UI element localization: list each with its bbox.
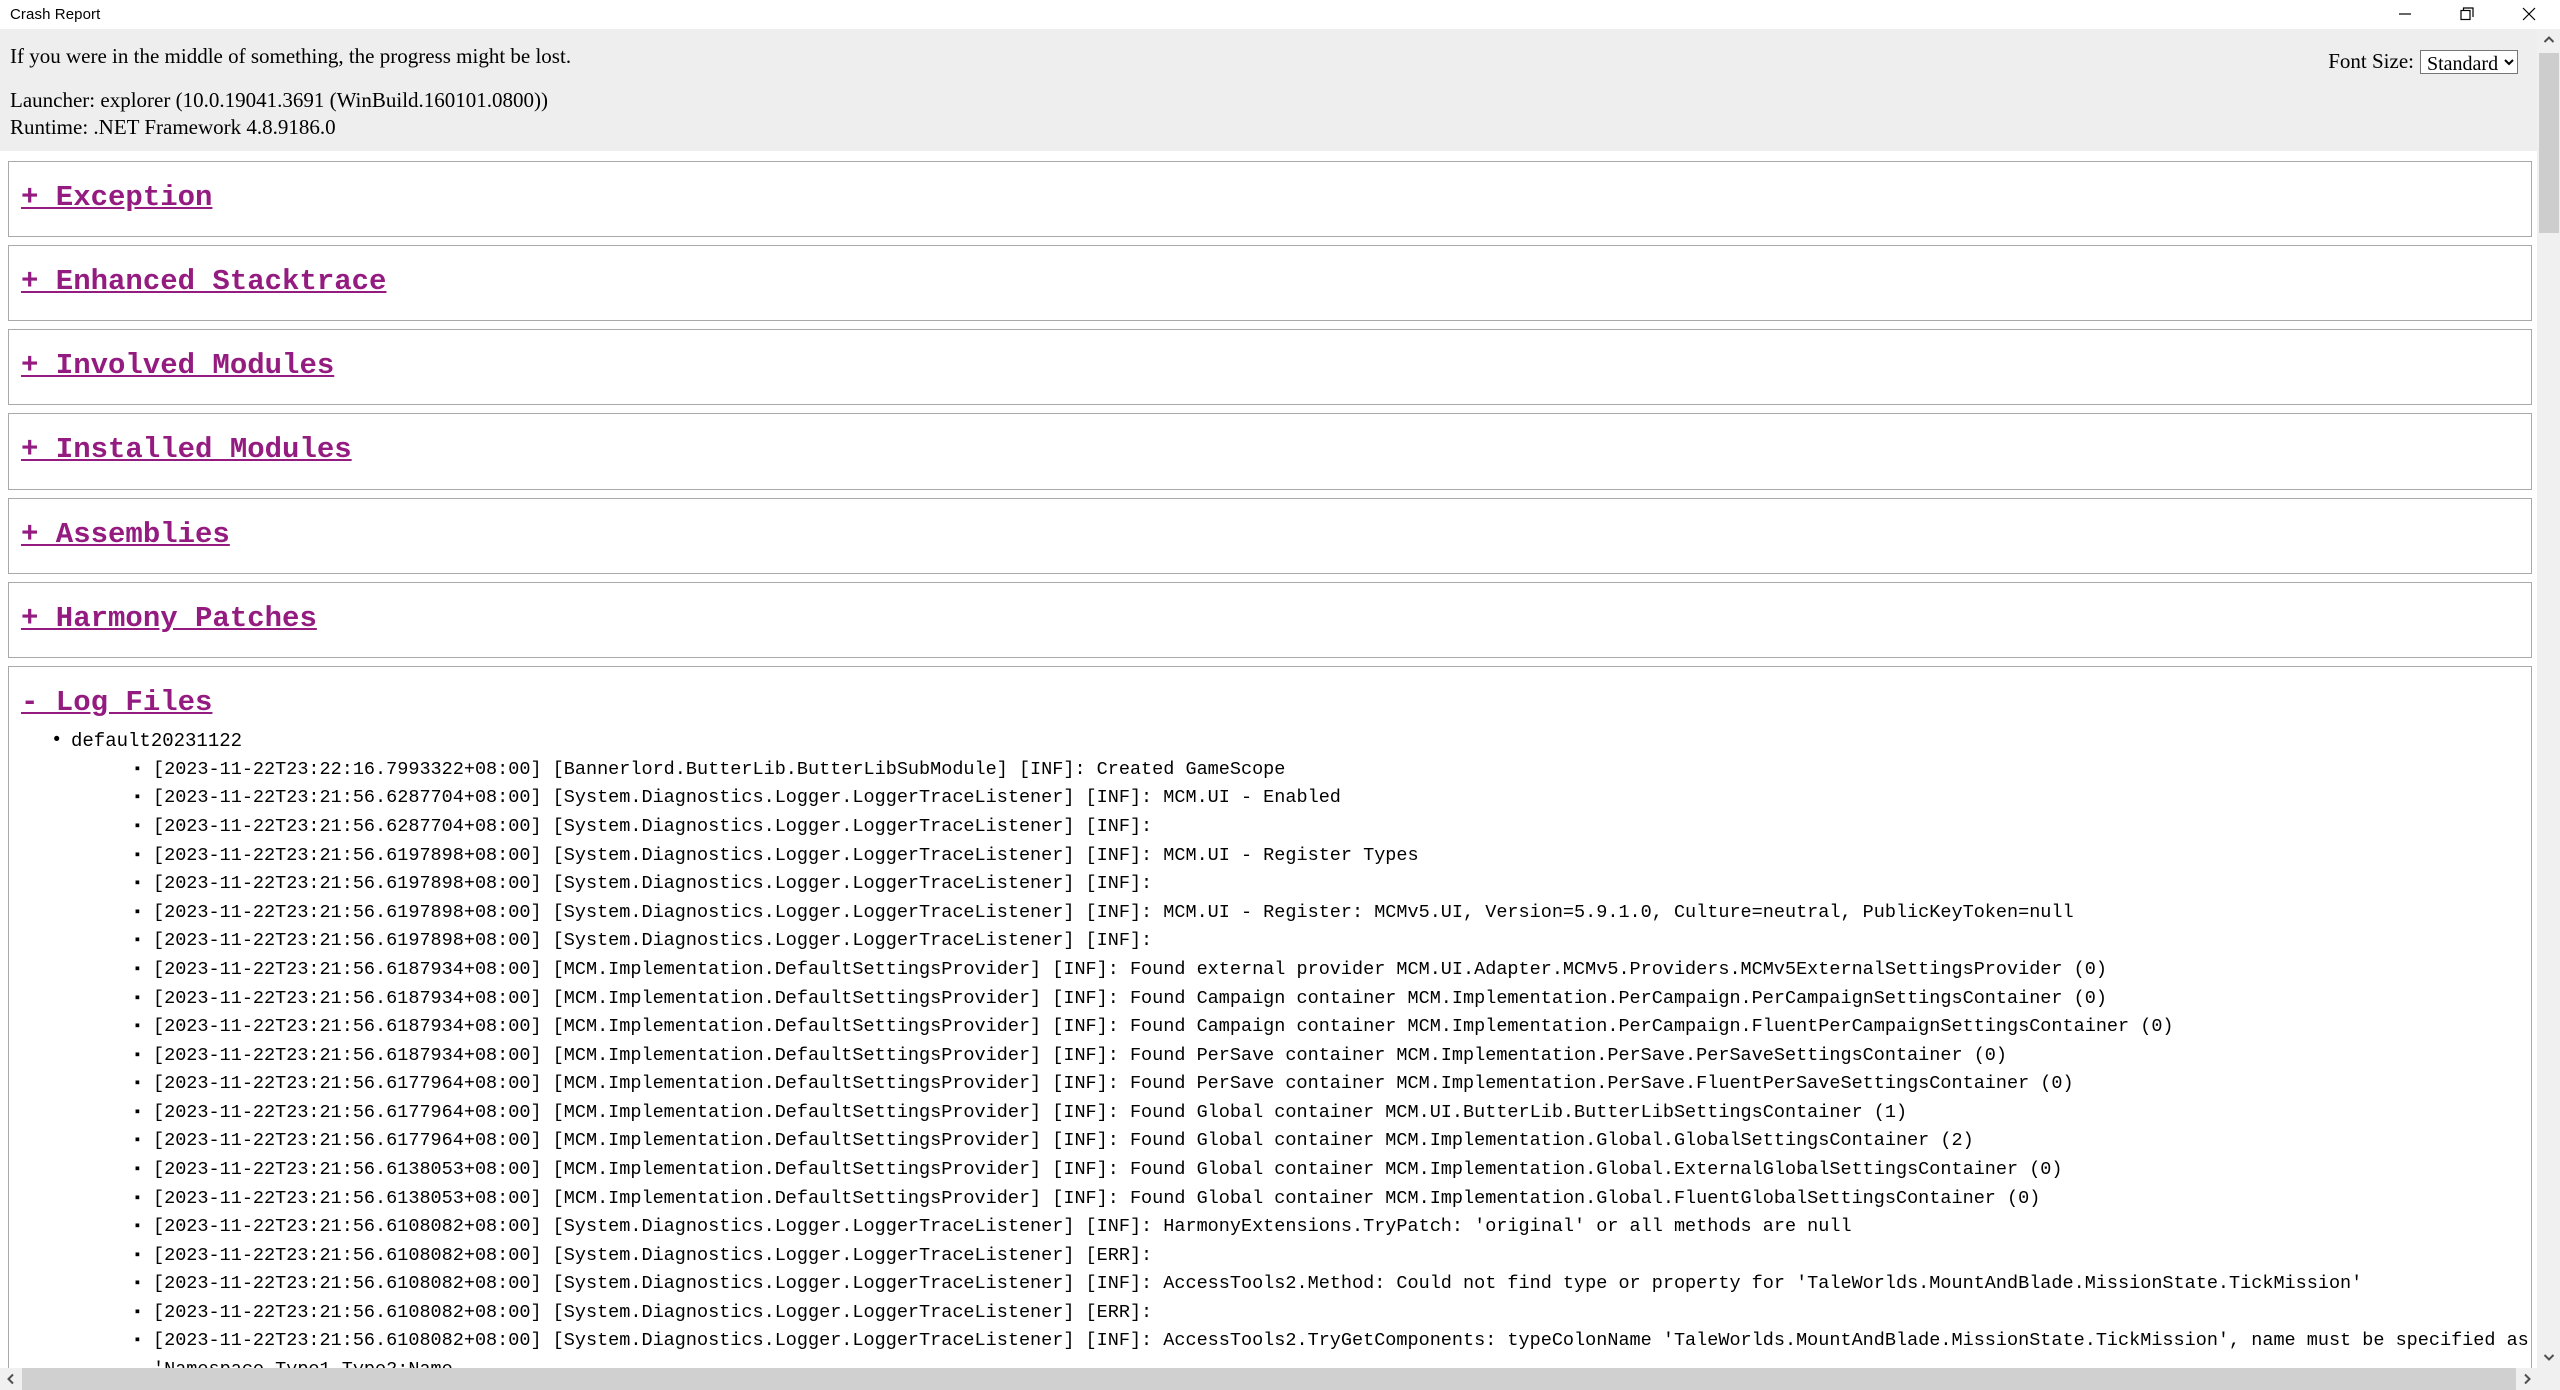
- scroll-up-button[interactable]: [2538, 29, 2560, 51]
- section-installed-modules: + Installed Modules: [8, 413, 2532, 490]
- log-entry: [2023-11-22T23:21:56.6197898+08:00] [Sys…: [133, 870, 2531, 899]
- intro-text: If you were in the middle of something, …: [10, 44, 572, 68]
- close-button[interactable]: [2498, 0, 2560, 28]
- log-entry: [2023-11-22T23:21:56.6187934+08:00] [MCM…: [133, 985, 2531, 1014]
- restore-icon: [2460, 7, 2474, 21]
- log-entry: [2023-11-22T23:21:56.6108082+08:00] [Sys…: [133, 1213, 2531, 1242]
- log-entry: [2023-11-22T23:21:56.6138053+08:00] [MCM…: [133, 1156, 2531, 1185]
- section-toggle-installed-modules[interactable]: + Installed Modules: [9, 432, 352, 468]
- log-entry: [2023-11-22T23:22:16.7993322+08:00] [Ban…: [133, 756, 2531, 785]
- log-file-label: default20231122: [71, 730, 243, 753]
- report-header: If you were in the middle of something, …: [0, 29, 2537, 151]
- section-exception: + Exception: [8, 160, 2532, 237]
- log-entry: [2023-11-22T23:21:56.6177964+08:00] [MCM…: [133, 1099, 2531, 1128]
- log-file-list: default20231122 [2023-11-22T23:22:16.799…: [9, 726, 2531, 1368]
- log-entry: [2023-11-22T23:21:56.6197898+08:00] [Sys…: [133, 927, 2531, 956]
- log-file-name[interactable]: default20231122 [2023-11-22T23:22:16.799…: [49, 726, 2531, 1368]
- log-entry: [2023-11-22T23:21:56.6108082+08:00] [Sys…: [133, 1299, 2531, 1328]
- chevron-up-icon: [2543, 36, 2555, 43]
- chevron-right-icon: [2524, 1373, 2531, 1385]
- horizontal-scroll-track[interactable]: [22, 1368, 2516, 1390]
- header-spacer: [0, 70, 2537, 87]
- log-entry: [2023-11-22T23:21:56.6177964+08:00] [MCM…: [133, 1070, 2531, 1099]
- window-controls: [2374, 0, 2560, 28]
- section-toggle-enhanced-stacktrace[interactable]: + Enhanced Stacktrace: [9, 264, 386, 300]
- minimize-button[interactable]: [2374, 0, 2436, 28]
- section-toggle-involved-modules[interactable]: + Involved Modules: [9, 348, 334, 384]
- section-assemblies: + Assemblies: [8, 497, 2532, 574]
- close-icon: [2522, 7, 2536, 21]
- font-size-control: Font Size: Standard: [2328, 49, 2518, 74]
- scroll-left-button[interactable]: [0, 1368, 22, 1390]
- horizontal-scrollbar[interactable]: [0, 1368, 2538, 1390]
- log-entry: [2023-11-22T23:21:56.6177964+08:00] [MCM…: [133, 1127, 2531, 1156]
- chevron-left-icon: [7, 1373, 14, 1385]
- log-entry-list: [2023-11-22T23:22:16.7993322+08:00] [Ban…: [71, 756, 2531, 1368]
- vertical-scrollbar[interactable]: [2537, 29, 2560, 1368]
- runtime-info: Runtime: .NET Framework 4.8.9186.0: [10, 114, 336, 139]
- font-size-label: Font Size:: [2328, 49, 2414, 73]
- log-entry: [2023-11-22T23:21:56.6108082+08:00] [Sys…: [133, 1242, 2531, 1271]
- launcher-info: Launcher: explorer (10.0.19041.3691 (Win…: [10, 87, 549, 112]
- window-title: Crash Report: [10, 5, 101, 23]
- log-entry: [2023-11-22T23:21:56.6108082+08:00] [Sys…: [133, 1327, 2531, 1368]
- section-involved-modules: + Involved Modules: [8, 329, 2532, 406]
- section-toggle-exception[interactable]: + Exception: [9, 180, 212, 216]
- window-titlebar: Crash Report: [0, 0, 2560, 29]
- log-entry: [2023-11-22T23:21:56.6187934+08:00] [MCM…: [133, 956, 2531, 985]
- report-scroll-area[interactable]: If you were in the middle of something, …: [0, 29, 2537, 1368]
- log-entry: [2023-11-22T23:21:56.6287704+08:00] [Sys…: [133, 813, 2531, 842]
- window-body: If you were in the middle of something, …: [0, 29, 2560, 1368]
- maximize-button[interactable]: [2436, 0, 2498, 28]
- minimize-icon: [2399, 13, 2411, 15]
- bottom-scroll-row: [0, 1368, 2560, 1390]
- section-enhanced-stacktrace: + Enhanced Stacktrace: [8, 244, 2532, 322]
- log-entry: [2023-11-22T23:21:56.6187934+08:00] [MCM…: [133, 1013, 2531, 1042]
- section-harmony-patches: + Harmony Patches: [8, 581, 2532, 659]
- vertical-scroll-thumb[interactable]: [2539, 53, 2559, 233]
- section-toggle-assemblies[interactable]: + Assemblies: [9, 517, 230, 553]
- log-files-body: default20231122 [2023-11-22T23:22:16.799…: [9, 721, 2531, 1368]
- section-toggle-log-files[interactable]: - Log Files: [9, 685, 212, 721]
- log-entry: [2023-11-22T23:21:56.6197898+08:00] [Sys…: [133, 842, 2531, 871]
- chevron-down-icon: [2543, 1354, 2555, 1361]
- scroll-down-button[interactable]: [2538, 1346, 2560, 1368]
- font-size-select[interactable]: Standard: [2420, 49, 2518, 74]
- section-log-files: - Log Files default20231122 [2023-11-22T…: [8, 666, 2532, 1368]
- log-entry: [2023-11-22T23:21:56.6287704+08:00] [Sys…: [133, 784, 2531, 813]
- scroll-right-button[interactable]: [2516, 1368, 2538, 1390]
- log-entry: [2023-11-22T23:21:56.6187934+08:00] [MCM…: [133, 1042, 2531, 1071]
- vertical-scroll-track[interactable]: [2538, 51, 2560, 1346]
- log-entry: [2023-11-22T23:21:56.6197898+08:00] [Sys…: [133, 899, 2531, 928]
- section-toggle-harmony-patches[interactable]: + Harmony Patches: [9, 601, 317, 637]
- log-entry: [2023-11-22T23:21:56.6108082+08:00] [Sys…: [133, 1270, 2531, 1299]
- log-entry: [2023-11-22T23:21:56.6138053+08:00] [MCM…: [133, 1185, 2531, 1214]
- crash-report-window: Crash Report If you were in the middle o…: [0, 0, 2560, 1390]
- report-page: If you were in the middle of something, …: [0, 29, 2537, 1368]
- scrollbar-corner: [2538, 1368, 2560, 1390]
